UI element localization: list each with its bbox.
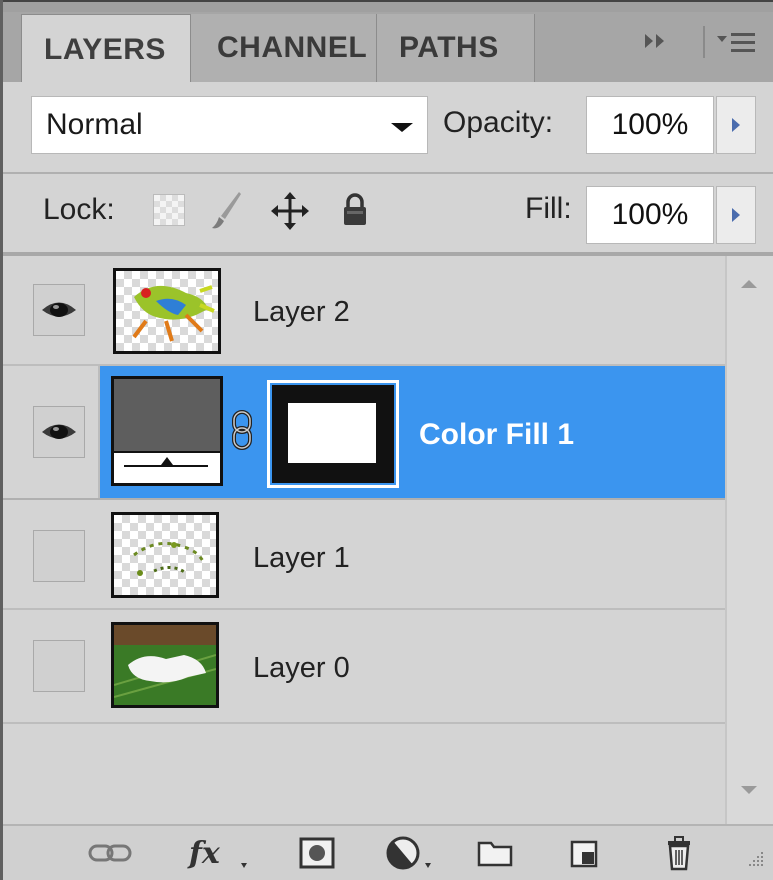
opacity-slider-button[interactable] <box>716 96 756 154</box>
dropdown-arrow-icon <box>391 123 413 132</box>
blend-mode-value: Normal <box>46 108 143 141</box>
layer-row-layer-1[interactable]: Layer 1 <box>3 500 725 610</box>
fx-layer-style-icon[interactable]: fx <box>185 832 255 874</box>
layer-thumbnail[interactable] <box>111 622 219 708</box>
lock-label: Lock: <box>43 193 115 226</box>
fill-slider-button[interactable] <box>716 186 756 244</box>
panel-menu-icon[interactable] <box>715 30 759 61</box>
add-mask-icon[interactable] <box>295 832 339 874</box>
link-chain-icon[interactable] <box>231 410 253 450</box>
lock-position-icon[interactable] <box>271 192 309 235</box>
tab-paths[interactable]: PATHS <box>377 14 535 82</box>
color-fill-thumbnail[interactable] <box>111 376 223 486</box>
layer-name[interactable]: Color Fill 1 <box>419 418 574 452</box>
layer-row-color-fill-1[interactable]: Color Fill 1 <box>3 366 725 498</box>
layer-mask-thumbnail <box>272 385 394 483</box>
scroll-down-arrow-icon[interactable] <box>741 786 757 794</box>
layer-row-layer-2[interactable]: Layer 2 <box>3 256 725 366</box>
layer-mask-thumbnail-frame[interactable] <box>267 380 399 488</box>
eye-icon <box>42 302 76 317</box>
tab-channels[interactable]: CHANNEL <box>191 14 377 82</box>
lock-image-pixels-icon[interactable] <box>209 190 243 235</box>
delete-layer-icon[interactable] <box>659 832 699 874</box>
panel-tab-bar: LAYERS CHANNEL PATHS <box>3 0 773 84</box>
new-layer-icon[interactable] <box>565 832 605 874</box>
tab-divider <box>703 26 705 58</box>
eye-icon <box>42 424 76 439</box>
visibility-toggle[interactable] <box>33 284 85 336</box>
frog-outline-image-icon <box>133 541 206 576</box>
opacity-field[interactable]: 100% <box>586 96 714 154</box>
layers-scrollbar[interactable] <box>725 256 773 824</box>
visibility-toggle[interactable] <box>33 640 85 692</box>
scroll-up-arrow-icon[interactable] <box>741 280 757 288</box>
opacity-label: Opacity: <box>443 106 554 139</box>
lock-all-icon[interactable] <box>341 192 369 233</box>
layer-thumbnail[interactable] <box>111 512 219 598</box>
layer-name[interactable]: Layer 2 <box>253 296 350 329</box>
new-group-icon[interactable] <box>473 832 517 874</box>
frog-image-icon <box>132 285 215 342</box>
fill-swatch-strip <box>114 451 220 483</box>
divider <box>3 172 773 174</box>
layer-name[interactable]: Layer 0 <box>253 652 350 685</box>
visibility-toggle[interactable] <box>33 406 85 458</box>
layers-panel: LAYERS CHANNEL PATHS Normal Opacity: 100… <box>0 0 773 880</box>
layer-thumbnail[interactable] <box>113 268 221 354</box>
layer-row-layer-0[interactable]: Layer 0 <box>3 610 725 724</box>
layers-bottom-toolbar: fx <box>3 824 773 880</box>
adjustment-layer-icon[interactable] <box>383 832 439 874</box>
link-layers-icon[interactable] <box>85 832 135 874</box>
leaf-photo-icon <box>113 625 217 705</box>
fill-field[interactable]: 100% <box>586 186 714 244</box>
panel-title-strip <box>3 0 773 12</box>
lock-transparent-pixels-icon[interactable] <box>153 194 185 226</box>
visibility-toggle[interactable] <box>33 530 85 582</box>
double-chevron-right-icon[interactable] <box>643 30 673 58</box>
fill-label: Fill: <box>525 192 572 225</box>
resize-grip-icon[interactable] <box>741 848 767 874</box>
layer-name[interactable]: Layer 1 <box>253 542 350 575</box>
svg-text:fx: fx <box>187 836 221 871</box>
blend-mode-dropdown[interactable]: Normal <box>31 96 428 154</box>
tab-layers[interactable]: LAYERS <box>21 14 191 84</box>
